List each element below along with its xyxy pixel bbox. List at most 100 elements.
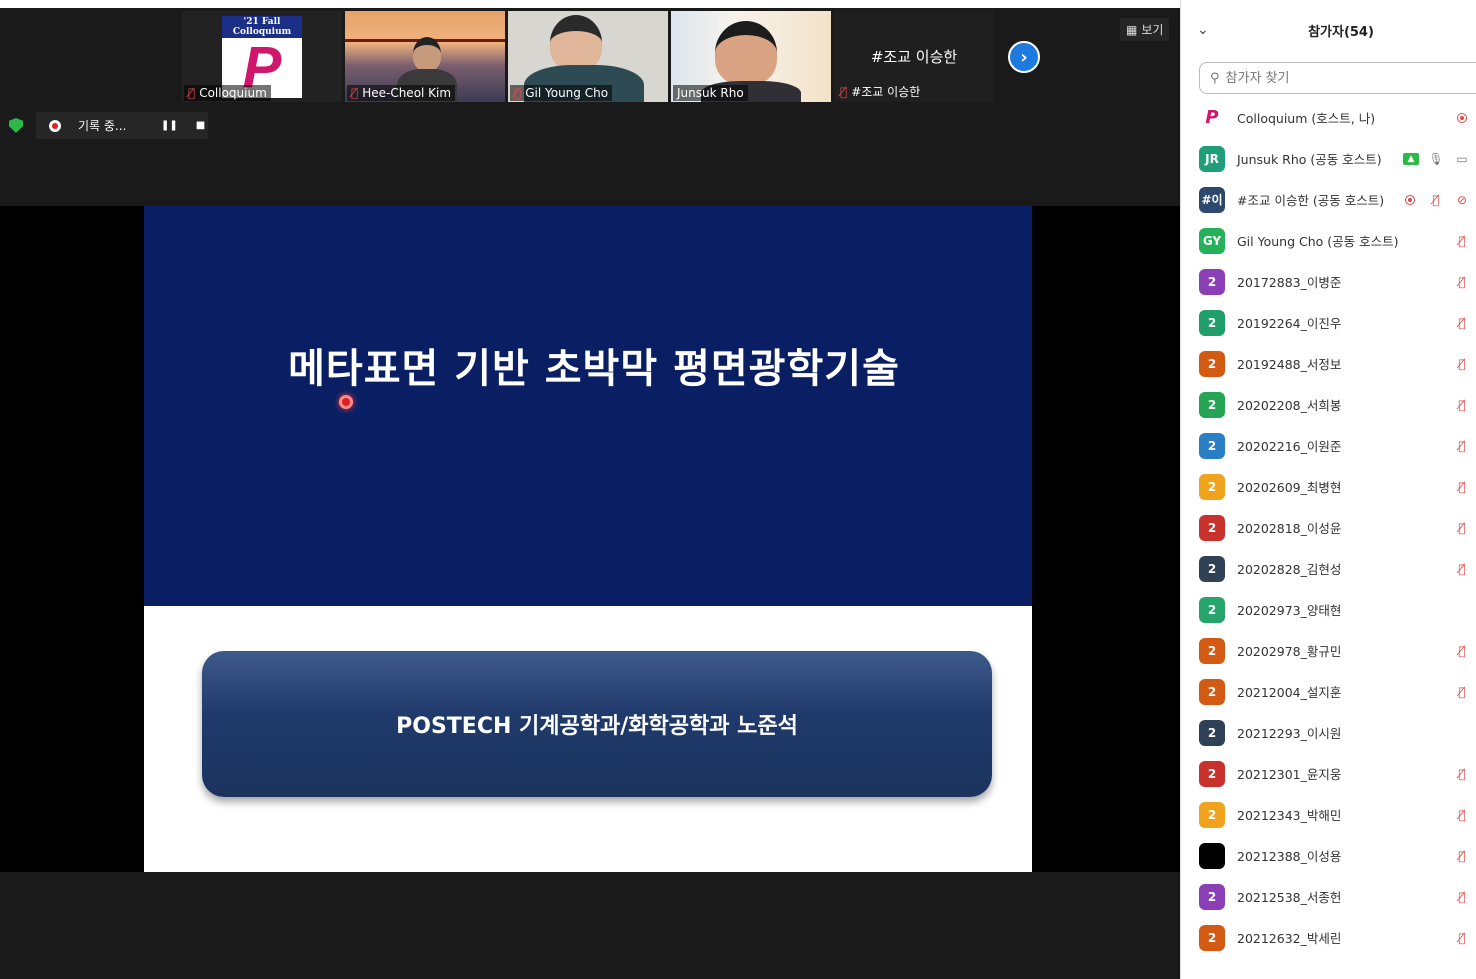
avatar: 2 — [1199, 432, 1225, 459]
participant-name: 20202208_서희봉 — [1237, 398, 1342, 413]
participant-row[interactable]: 2 20212301_윤지웅 🎙̸⊘ — [1181, 753, 1476, 794]
participant-status-icons: 🎙̸⊘ — [1417, 766, 1476, 782]
participant-name: 20192264_이진우 — [1237, 316, 1342, 331]
thumbnail-colloquium[interactable]: '21 Fall Colloquium P 🎙̸ Colloquium — [182, 11, 342, 102]
participants-panel: ⌄ 참가자(54) ⚲ P Colloquium (호스트, 나) 🎙̸ JR Juns… — [1180, 0, 1476, 979]
participant-row[interactable]: JR Junsuk Rho (공동 호스트) ▲ 🎙 ▭ — [1181, 138, 1476, 179]
participant-name: 20212343_박해민 — [1237, 808, 1342, 823]
thumbnail-hee-cheol-kim[interactable]: 🎙̸ Hee-Cheol Kim — [345, 11, 505, 102]
thumbnail-name-text: Colloquium — [199, 86, 267, 100]
meeting-area: '21 Fall Colloquium P 🎙̸ Colloquium 🎙̸ H… — [0, 0, 1180, 979]
participant-status-icons: 🎙̸▭ — [1417, 233, 1476, 249]
mic-off-icon: 🎙̸ — [1458, 848, 1466, 863]
participant-row[interactable]: 2 20202609_최병현 🎙̸⊘ — [1181, 466, 1476, 507]
mic-off-icon: 🎙̸ — [1458, 561, 1466, 576]
mic-off-icon: 🎙̸ — [188, 86, 196, 100]
participant-row[interactable]: 20212388_이성용 🎙̸⊘ — [1181, 835, 1476, 876]
avatar: 2 — [1199, 514, 1225, 541]
participant-name: 20212388_이성용 — [1237, 849, 1342, 864]
participant-status-icons: ▲ 🎙 ▭ — [1391, 151, 1471, 167]
participant-name: Gil Young Cho (공동 호스트) — [1237, 234, 1399, 249]
participant-row[interactable]: 2 20202973_양태현 🎙̸ — [1181, 589, 1476, 630]
participant-name: 20202818_이성윤 — [1237, 521, 1342, 536]
participant-status-icons: 🎙̸⊘ — [1417, 356, 1476, 372]
stop-recording-button[interactable]: ■ — [196, 120, 205, 131]
participant-status-icons: 🎙̸⊘ — [1417, 274, 1476, 290]
participant-row[interactable]: 2 20202828_김현성 🎙̸⊘ — [1181, 548, 1476, 589]
mic-icon: 🎙 — [1428, 151, 1444, 166]
avatar: 2 — [1199, 350, 1225, 377]
participant-status-icons: 🎙̸⊘ — [1417, 807, 1476, 823]
avatar — [1199, 842, 1225, 869]
participant-row[interactable]: 2 20212632_박세린 🎙̸⊘ — [1181, 917, 1476, 958]
search-input[interactable] — [1225, 70, 1446, 86]
participant-search[interactable]: ⚲ — [1199, 62, 1476, 94]
participant-row[interactable]: 2 20212004_설지훈 🎙̸⊘ — [1181, 671, 1476, 712]
mic-off-icon: 🎙̸ — [1432, 192, 1440, 207]
slide-title-area: 메타표면 기반 초박막 평면광학기술 — [144, 206, 1032, 606]
avatar: 2 — [1199, 719, 1225, 746]
participant-row[interactable]: GY Gil Young Cho (공동 호스트) 🎙̸▭ — [1181, 220, 1476, 261]
thumbnail-name: Junsuk Rho — [673, 85, 748, 101]
participant-row[interactable]: 2 20202818_이성윤 🎙̸⊘ — [1181, 507, 1476, 548]
mic-off-icon: 🎙̸ — [351, 86, 359, 100]
grid-icon: ▦ — [1126, 22, 1138, 37]
chevron-right-icon: › — [1020, 46, 1028, 68]
participant-name: 20202828_김현성 — [1237, 562, 1342, 577]
top-strip — [0, 0, 1180, 8]
pause-recording-button[interactable]: ❚❚ — [161, 120, 178, 131]
mic-off-icon: 🎙̸ — [1458, 438, 1466, 453]
next-page-button[interactable]: › — [1008, 41, 1040, 73]
mic-off-icon: 🎙̸ — [1458, 233, 1466, 248]
recording-label: 기록 중... — [78, 119, 127, 133]
participant-name: #조교 이승한 (공동 호스트) — [1237, 193, 1385, 208]
participant-row[interactable]: 2 20212293_이시원 🎙̸ — [1181, 712, 1476, 753]
view-button-label: 보기 — [1141, 23, 1164, 37]
thumbnail-junsuk-rho[interactable]: Junsuk Rho — [671, 11, 831, 102]
avatar: 2 — [1199, 268, 1225, 295]
participant-status-icons: 🎙̸⊘ — [1417, 520, 1476, 536]
mic-off-icon: 🎙̸ — [1458, 397, 1466, 412]
participant-row[interactable]: #이 #조교 이승한 (공동 호스트) 🎙̸ ⊘ — [1181, 179, 1476, 220]
avatar: GY — [1199, 227, 1225, 254]
participant-row[interactable]: 2 20192264_이진우 🎙̸⊘ — [1181, 302, 1476, 343]
video-thumbnail-strip: '21 Fall Colloquium P 🎙̸ Colloquium 🎙̸ H… — [182, 11, 994, 102]
participant-row[interactable]: 2 20172883_이병준 🎙̸⊘ — [1181, 261, 1476, 302]
person-head — [715, 21, 777, 85]
recording-indicator: 기록 중... ❚❚ ■ — [36, 112, 208, 139]
thumbnail-assistant[interactable]: #조교 이승한 🎙̸ #조교 이승한 — [834, 11, 994, 102]
participant-name: 20212293_이시원 — [1237, 726, 1342, 741]
participant-name: 20202973_양태현 — [1237, 603, 1342, 618]
radio-dot-icon — [1405, 194, 1415, 205]
participant-status-icons: 🎙̸⊘ — [1417, 889, 1476, 905]
slide-presenter-box: POSTECH 기계공학과/화학공학과 노준석 — [202, 651, 992, 797]
participant-row[interactable]: 2 20192488_서정보 🎙̸⊘ — [1181, 343, 1476, 384]
panel-header: ⌄ 참가자(54) — [1181, 0, 1476, 58]
participant-row[interactable]: 2 20202216_이원준 🎙̸⊘ — [1181, 425, 1476, 466]
participant-row[interactable]: 2 20212343_박해민 🎙̸⊘ — [1181, 794, 1476, 835]
panel-title: 참가자(54) — [1308, 25, 1374, 40]
thumbnail-name-text: Gil Young Cho — [525, 86, 609, 100]
participant-name: 20202978_황규민 — [1237, 644, 1342, 659]
mic-off-icon: 🎙̸ — [1458, 274, 1466, 289]
mic-off-icon: 🎙̸ — [1458, 315, 1466, 330]
person-head — [550, 15, 602, 71]
thumbnail-name-text: Junsuk Rho — [677, 86, 744, 100]
encryption-shield-icon[interactable] — [9, 118, 23, 133]
view-button[interactable]: ▦ 보기 — [1120, 18, 1170, 41]
participant-row[interactable]: 2 20212538_서종헌 🎙̸⊘ — [1181, 876, 1476, 917]
participant-row[interactable]: 2 20202978_황규민 🎙̸⊘ — [1181, 630, 1476, 671]
screen-share-icon: ▲ — [1403, 152, 1419, 165]
avatar: 2 — [1199, 391, 1225, 418]
record-dot-icon — [49, 119, 61, 132]
participant-row[interactable]: P Colloquium (호스트, 나) 🎙̸ — [1181, 97, 1476, 138]
mic-off-icon: 🎙̸ — [1458, 766, 1466, 781]
thumbnail-gil-young-cho[interactable]: 🎙̸ Gil Young Cho — [508, 11, 668, 102]
avatar: #이 — [1199, 186, 1225, 213]
participant-status-icons: 🎙̸ — [1417, 110, 1476, 126]
participant-row[interactable]: 2 20202208_서희봉 🎙̸⊘ — [1181, 384, 1476, 425]
participant-status-icons: 🎙̸⊘ — [1417, 684, 1476, 700]
participant-name: 20212538_서종헌 — [1237, 890, 1342, 905]
avatar: 2 — [1199, 924, 1225, 951]
camera-icon: ▭ — [1456, 151, 1468, 166]
